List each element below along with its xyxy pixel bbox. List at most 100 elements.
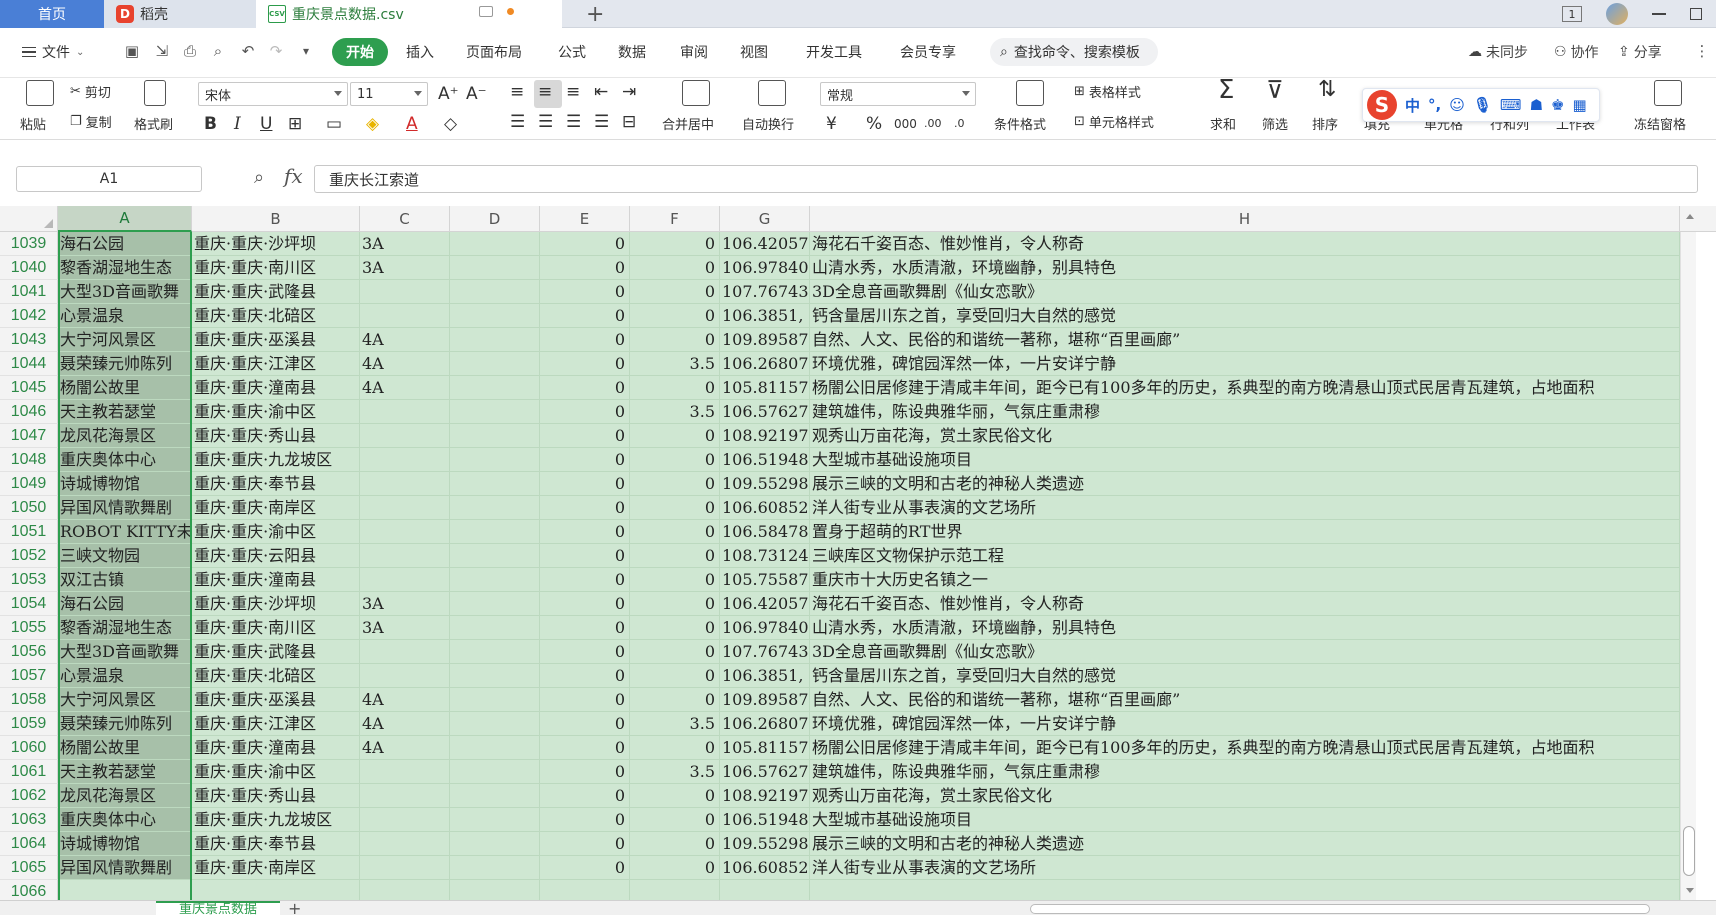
cell-f[interactable]: 3.5 <box>630 760 720 784</box>
cell-c[interactable] <box>360 280 450 304</box>
new-tab-plus-icon[interactable]: + <box>586 2 604 27</box>
table-style-button[interactable]: ⊞ 表格样式 <box>1074 82 1141 101</box>
row-number[interactable]: 1039 <box>0 232 58 256</box>
menu-file[interactable]: 文件 ⌄ <box>22 42 84 62</box>
minimize-icon[interactable] <box>1652 13 1666 15</box>
cell-e[interactable]: 0 <box>540 376 630 400</box>
cell-g[interactable]: 107.767437 <box>720 280 810 304</box>
cell-a[interactable]: 龙凤花海景区 <box>58 784 192 808</box>
cell-b[interactable]: 重庆·重庆·沙坪坝 <box>192 232 360 256</box>
cell-e[interactable]: 0 <box>540 664 630 688</box>
cell-b[interactable]: 重庆·重庆·沙坪坝 <box>192 592 360 616</box>
format-painter-button[interactable]: 格式刷 <box>134 114 173 133</box>
print-preview-icon[interactable]: ⌕ <box>210 43 226 59</box>
cell-e[interactable]: 0 <box>540 592 630 616</box>
cell-h[interactable]: 环境优雅，碑馆园浑然一体，一片安详宁静 <box>810 352 1680 376</box>
grid-menu-icon[interactable]: ▦ <box>1572 96 1586 114</box>
font-color-icon[interactable]: A <box>406 114 418 134</box>
cell-f[interactable]: 0 <box>630 568 720 592</box>
column-header-g[interactable]: G <box>720 206 810 232</box>
cell-g[interactable]: 106.51948 <box>720 808 810 832</box>
cell-a[interactable]: 大型3D音画歌舞 <box>58 640 192 664</box>
row-number[interactable]: 1043 <box>0 328 58 352</box>
sheet-tab[interactable]: 重庆景点数据 <box>156 901 280 915</box>
row-number[interactable]: 1054 <box>0 592 58 616</box>
cell-d[interactable] <box>450 784 540 808</box>
thousands-icon[interactable]: 000 <box>894 114 917 134</box>
cell-e[interactable]: 0 <box>540 256 630 280</box>
cell-e[interactable]: 0 <box>540 856 630 880</box>
paste-button[interactable]: 粘贴 <box>20 114 46 133</box>
undo-icon[interactable]: ↶ <box>240 43 256 59</box>
row-number[interactable]: 1042 <box>0 304 58 328</box>
cell-b[interactable] <box>192 880 360 900</box>
cell-g[interactable]: 106.268076 <box>720 352 810 376</box>
sogou-logo-icon[interactable]: S <box>1367 90 1397 120</box>
cell-b[interactable]: 重庆·重庆·潼南县 <box>192 568 360 592</box>
cell-a[interactable]: 异国风情歌舞剧 <box>58 856 192 880</box>
vertical-scroll-thumb[interactable] <box>1683 826 1695 876</box>
cell-f[interactable]: 0 <box>630 328 720 352</box>
cell-f[interactable]: 0 <box>630 472 720 496</box>
cell-a[interactable]: 大宁河风景区 <box>58 688 192 712</box>
cell-h[interactable]: 海花石千姿百态、惟妙惟肖，令人称奇 <box>810 592 1680 616</box>
cell-g[interactable] <box>720 880 810 900</box>
sort-button[interactable]: 排序 <box>1312 114 1338 133</box>
cell-a[interactable]: 双江古镇 <box>58 568 192 592</box>
increase-decimal-icon[interactable]: .00 <box>924 114 942 134</box>
cell-g[interactable]: 106.3851, <box>720 304 810 328</box>
cell-a[interactable]: 异国风情歌舞剧 <box>58 496 192 520</box>
cell-d[interactable] <box>450 712 540 736</box>
cell-a[interactable]: 海石公园 <box>58 232 192 256</box>
cell-h[interactable]: 钙含量居川东之首，享受回归大自然的感觉 <box>810 664 1680 688</box>
cell-h[interactable]: 大型城市基础设施项目 <box>810 808 1680 832</box>
horizontal-scrollbar[interactable] <box>1030 904 1650 914</box>
cell-a[interactable]: 黎香湖湿地生态 <box>58 616 192 640</box>
sync-status[interactable]: ☁ 未同步 <box>1468 42 1528 62</box>
cell-e[interactable]: 0 <box>540 352 630 376</box>
cell-e[interactable]: 0 <box>540 808 630 832</box>
collab-button[interactable]: ⚇ 协作 <box>1554 42 1599 62</box>
cell-f[interactable]: 0 <box>630 448 720 472</box>
underline-icon[interactable]: U <box>260 114 272 134</box>
cell-e[interactable]: 0 <box>540 496 630 520</box>
share-button[interactable]: ⇪ 分享 <box>1618 42 1662 62</box>
cell-b[interactable]: 重庆·重庆·北碚区 <box>192 304 360 328</box>
cell-e[interactable]: 0 <box>540 544 630 568</box>
cell-b[interactable]: 重庆·重庆·南岸区 <box>192 856 360 880</box>
row-number[interactable]: 1041 <box>0 280 58 304</box>
cell-c[interactable] <box>360 496 450 520</box>
cell-d[interactable] <box>450 472 540 496</box>
cell-g[interactable]: 106.978409 <box>720 616 810 640</box>
cell-c[interactable]: 4A <box>360 352 450 376</box>
keyboard-icon[interactable]: ⌨ <box>1500 96 1522 114</box>
cell-g[interactable]: 106.978409 <box>720 256 810 280</box>
cell-b[interactable]: 重庆·重庆·北碚区 <box>192 664 360 688</box>
row-number[interactable]: 1064 <box>0 832 58 856</box>
cell-a[interactable]: 海石公园 <box>58 592 192 616</box>
cell-a[interactable]: 心景温泉 <box>58 304 192 328</box>
menu-dev-tools[interactable]: 开发工具 <box>806 42 862 62</box>
freeze-panes-icon[interactable] <box>1654 80 1682 106</box>
cell-a[interactable]: 龙凤花海景区 <box>58 424 192 448</box>
cell-b[interactable]: 重庆·重庆·秀山县 <box>192 784 360 808</box>
cell-f[interactable]: 0 <box>630 424 720 448</box>
decrease-decimal-icon[interactable]: .0 <box>954 114 965 134</box>
cell-d[interactable] <box>450 448 540 472</box>
cell-c[interactable]: 3A <box>360 232 450 256</box>
cell-d[interactable] <box>450 688 540 712</box>
currency-icon[interactable]: ¥ <box>826 114 837 134</box>
cell-b[interactable]: 重庆·重庆·南川区 <box>192 616 360 640</box>
cell-g[interactable]: 106.42057 <box>720 232 810 256</box>
number-format-select[interactable]: 常规 <box>820 82 976 106</box>
cell-a[interactable]: 三峡文物园 <box>58 544 192 568</box>
cell-h[interactable]: 展示三峡的文明和古老的神秘人类遗迹 <box>810 472 1680 496</box>
cell-a[interactable]: 黎香湖湿地生态 <box>58 256 192 280</box>
cell-c[interactable] <box>360 544 450 568</box>
wrap-text-icon[interactable] <box>758 80 786 106</box>
cell-d[interactable] <box>450 328 540 352</box>
align-middle-icon[interactable]: ≡ <box>538 82 552 102</box>
cell-h[interactable]: 洋人街专业从事表演的文艺场所 <box>810 496 1680 520</box>
cell-f[interactable]: 0 <box>630 688 720 712</box>
border-icon[interactable]: ⊞ <box>288 114 302 134</box>
